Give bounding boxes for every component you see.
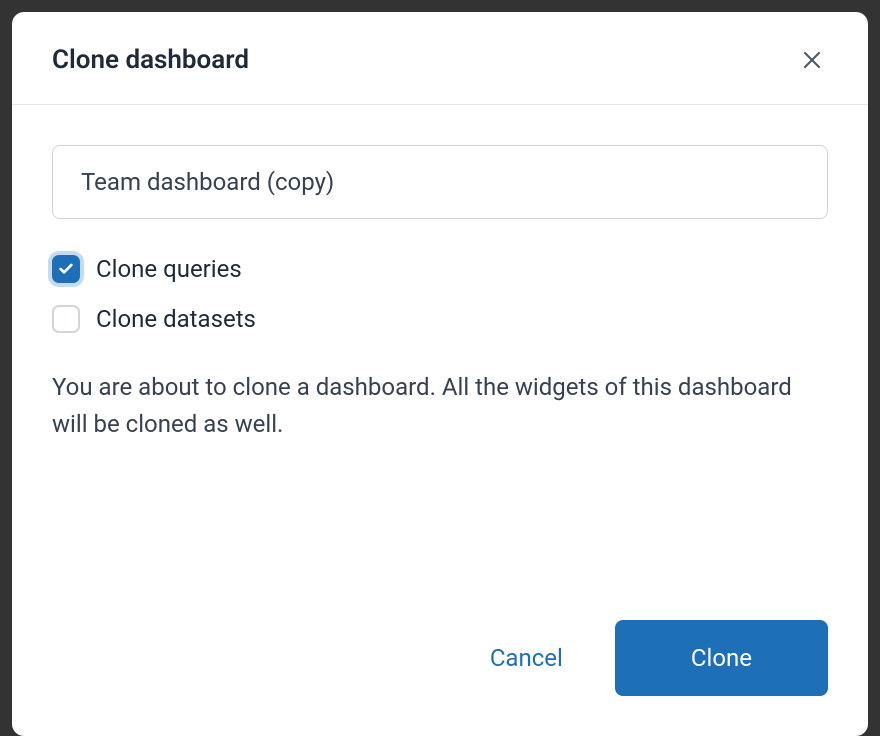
clone-datasets-checkbox[interactable] <box>52 305 80 333</box>
cancel-button[interactable]: Cancel <box>486 636 567 680</box>
dashboard-name-input[interactable] <box>52 145 828 219</box>
modal-footer: Cancel Clone <box>12 620 868 736</box>
modal-body: Clone queries Clone datasets You are abo… <box>12 105 868 620</box>
info-text: You are about to clone a dashboard. All … <box>52 369 828 443</box>
checkmark-icon <box>58 261 74 277</box>
modal-title: Clone dashboard <box>52 45 249 75</box>
clone-queries-row: Clone queries <box>52 255 828 283</box>
clone-queries-checkbox[interactable] <box>52 255 80 283</box>
clone-button[interactable]: Clone <box>615 620 828 696</box>
close-icon <box>800 48 824 72</box>
clone-queries-label[interactable]: Clone queries <box>96 255 242 283</box>
close-button[interactable] <box>796 44 828 76</box>
clone-datasets-row: Clone datasets <box>52 305 828 333</box>
clone-dashboard-modal: Clone dashboard Clone queries Clone da <box>12 12 868 736</box>
clone-datasets-label[interactable]: Clone datasets <box>96 305 256 333</box>
modal-header: Clone dashboard <box>12 12 868 105</box>
checkbox-group: Clone queries Clone datasets <box>52 255 828 333</box>
